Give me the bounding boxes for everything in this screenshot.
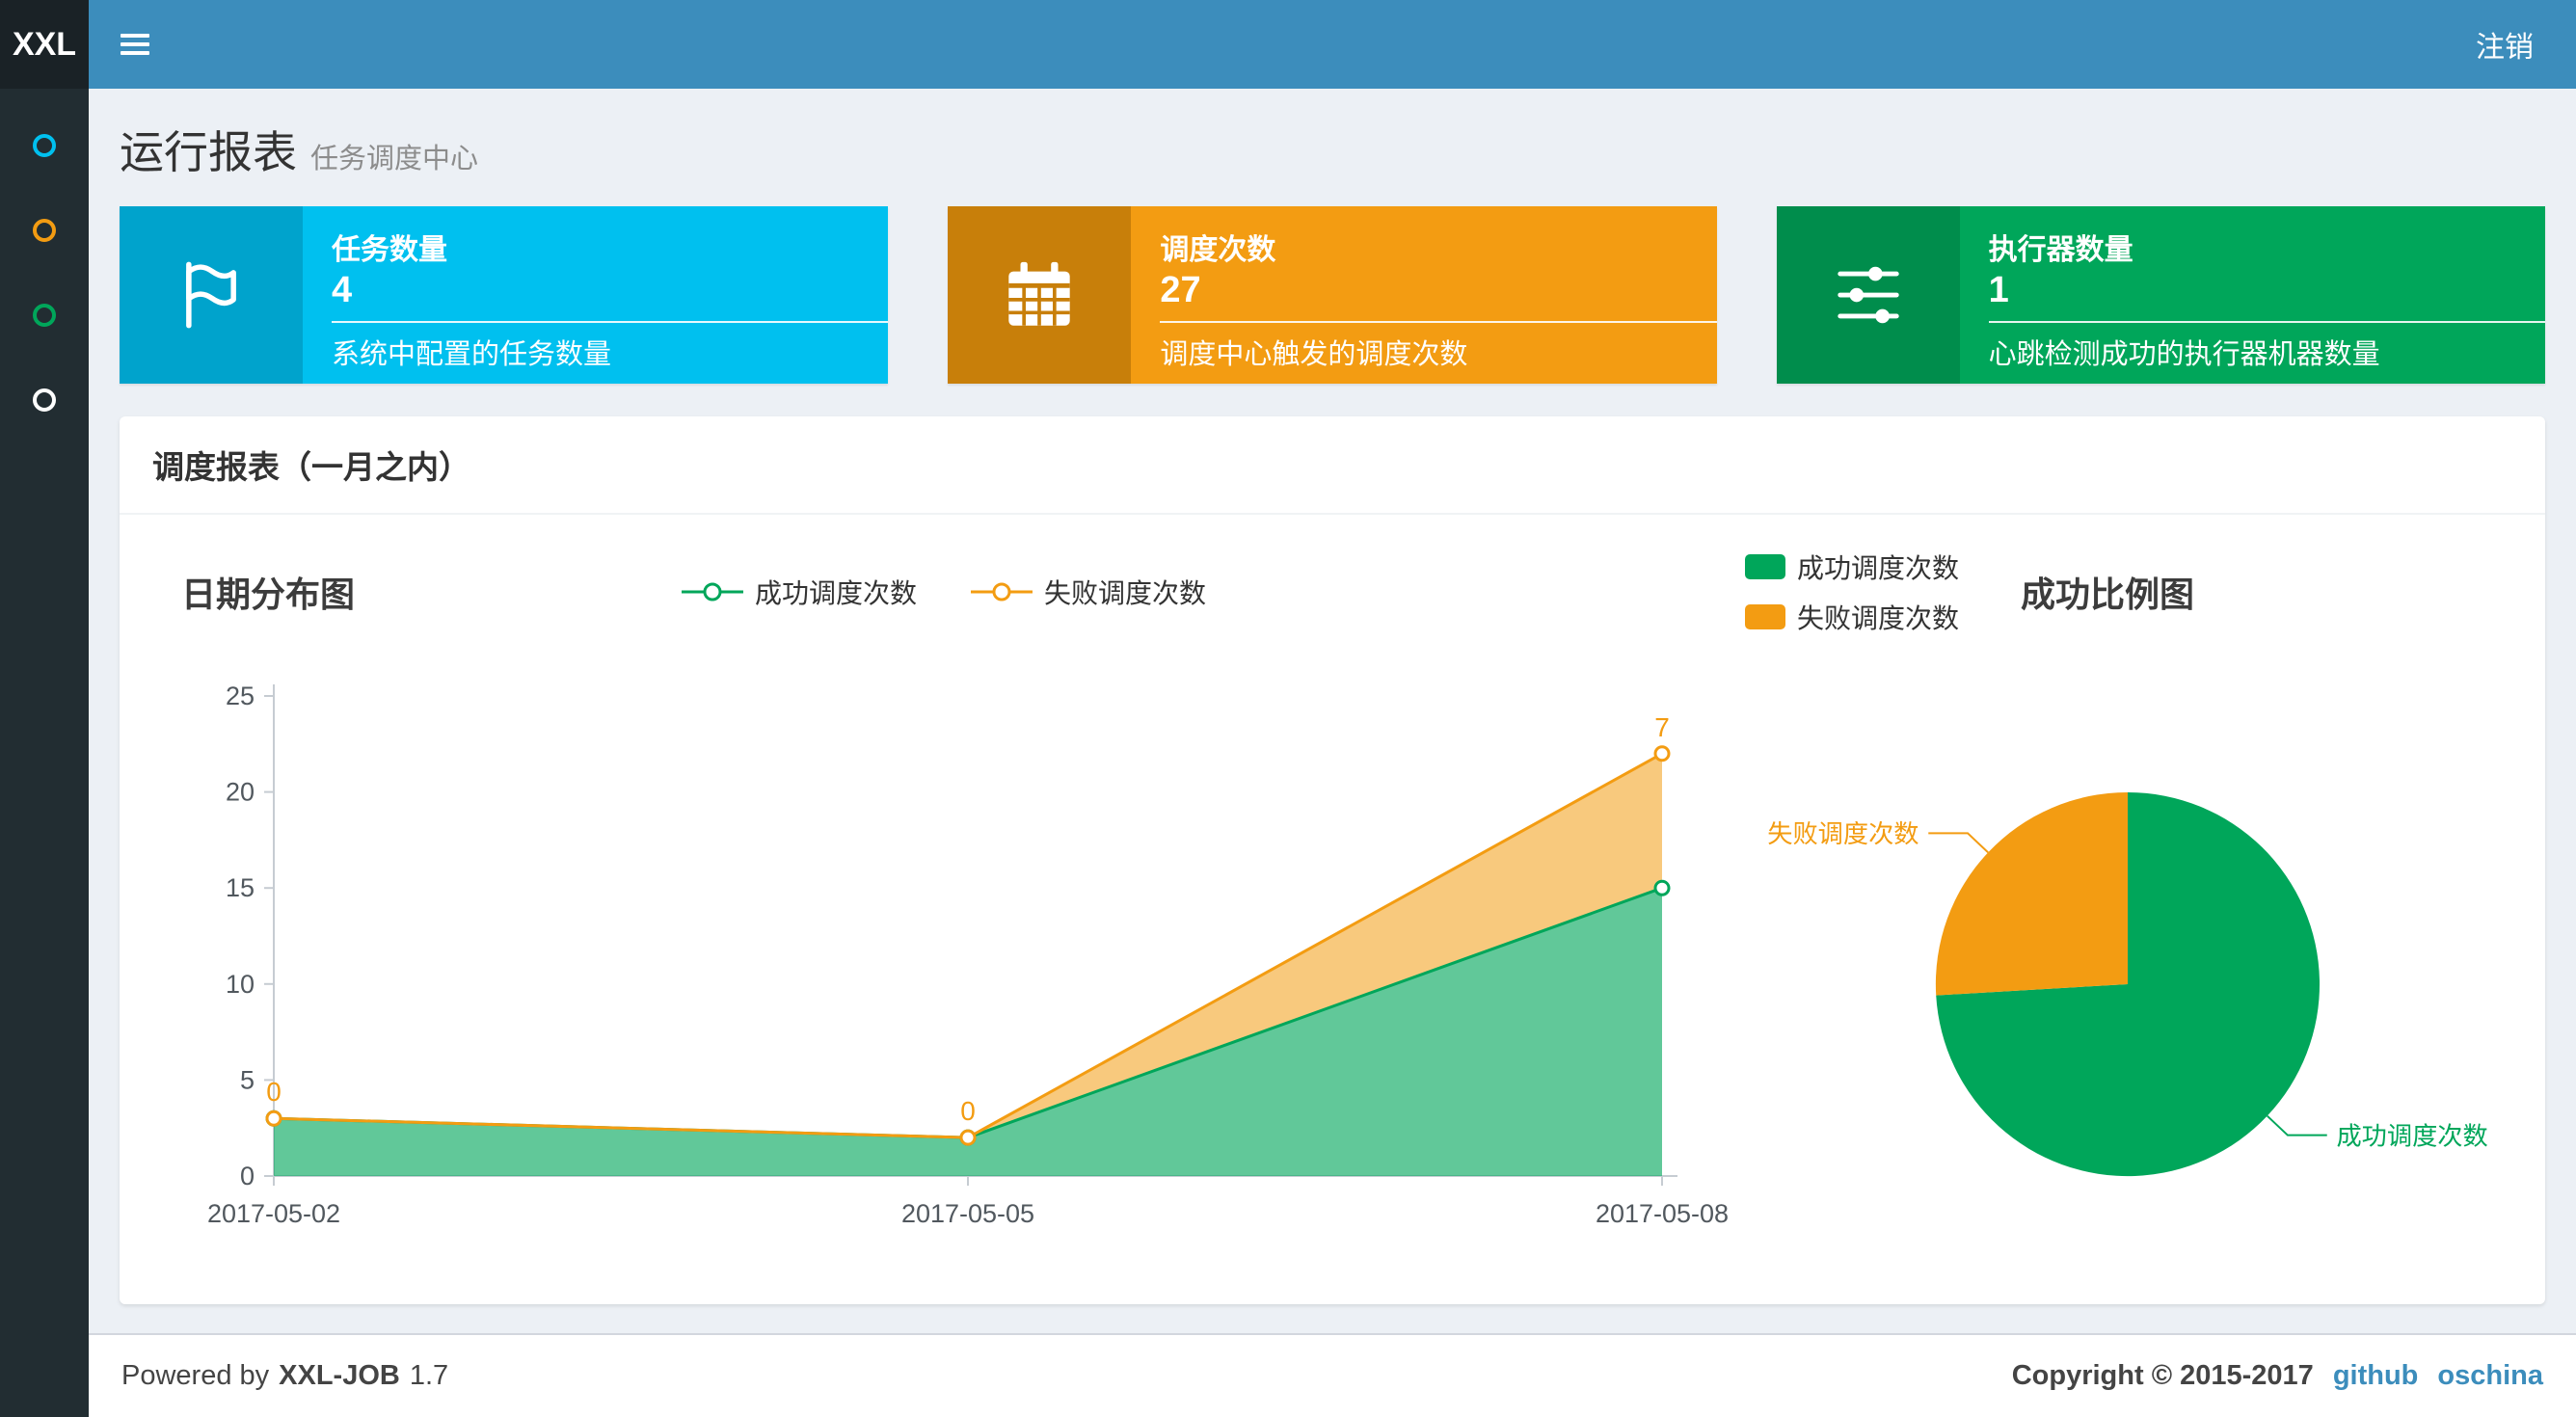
- info-box-title: 执行器数量: [1988, 234, 2133, 266]
- info-box-icon-area: [948, 206, 1132, 384]
- circle-icon: [33, 134, 56, 157]
- info-box-value: 1: [1988, 270, 2009, 310]
- sliders-icon: [1837, 266, 1899, 324]
- footer: Powered by XXL-JOB 1.7 Copyright © 2015-…: [89, 1332, 2576, 1417]
- info-box-value: 4: [332, 270, 353, 310]
- page-header: 运行报表 任务调度中心: [120, 118, 2545, 181]
- panel-body: 日期分布图 成功调度次数 失败调度次数 0 5 10 15 20 25 2017…: [120, 515, 2545, 1304]
- app-logo[interactable]: XXL: [0, 0, 89, 89]
- success-ratio-chart: 成功调度次数 失败调度次数 成功比例图 成功调度次数 失败调度次数: [1739, 548, 2516, 1279]
- info-box-desc: 心跳检测成功的执行器机器数量: [1988, 339, 2380, 370]
- footer-copyright: Copyright © 2015-2017 github oschina: [2012, 1360, 2543, 1392]
- info-box-content: 执行器数量 1 心跳检测成功的执行器机器数量: [1960, 206, 2545, 384]
- product-name: XXL-JOB: [279, 1359, 400, 1391]
- legend-item-fail[interactable]: 失败调度次数: [971, 573, 1206, 611]
- info-box-content: 任务数量 4 系统中配置的任务数量: [303, 206, 889, 384]
- legend-label: 失败调度次数: [1044, 578, 1207, 608]
- flag-icon: [186, 261, 236, 329]
- divider: [1160, 321, 1717, 323]
- legend-item-success[interactable]: 成功调度次数: [681, 573, 917, 611]
- line-marker-icon: [971, 581, 1033, 602]
- y-tick-label: 25: [226, 682, 255, 710]
- circle-icon: [33, 388, 56, 412]
- legend-label: 成功调度次数: [1797, 553, 1960, 583]
- powered-by-text: Powered by: [121, 1359, 270, 1391]
- sidebar: [0, 89, 89, 1417]
- sidebar-item-4[interactable]: [0, 388, 89, 413]
- logout-link[interactable]: 注销: [2433, 0, 2576, 89]
- chart-title: 成功比例图: [2021, 575, 2195, 614]
- panel-title: 调度报表（一月之内）: [120, 416, 2545, 515]
- footer-powered-by: Powered by XXL-JOB 1.7: [121, 1360, 448, 1392]
- data-point-fail: [959, 1129, 977, 1146]
- pie-slice: [1935, 791, 2128, 996]
- circle-icon: [33, 219, 56, 242]
- chart-header: 日期分布图 成功调度次数 失败调度次数: [148, 548, 1739, 636]
- hamburger-icon: [121, 29, 149, 60]
- circle-icon: [33, 304, 56, 327]
- legend-swatch-icon: [1745, 604, 1785, 629]
- report-panel: 调度报表（一月之内） 日期分布图 成功调度次数 失败调度次数 0 5 10 15…: [120, 416, 2545, 1304]
- legend-label: 成功调度次数: [754, 578, 917, 608]
- x-tick-label: 2017-05-02: [207, 1199, 340, 1228]
- legend-swatch-icon: [1745, 554, 1785, 579]
- pie-chart-canvas: 成功调度次数 失败调度次数: [1767, 791, 2488, 1177]
- sidebar-toggle-button[interactable]: [89, 0, 181, 89]
- info-box-content: 调度次数 27 调度中心触发的调度次数: [1131, 206, 1717, 384]
- oschina-link[interactable]: oschina: [2437, 1360, 2543, 1392]
- chart-header: 成功调度次数 失败调度次数 成功比例图: [1739, 548, 2516, 636]
- data-point-fail: [1653, 745, 1671, 762]
- divider: [1988, 321, 2545, 323]
- info-box-title: 调度次数: [1160, 234, 1276, 266]
- pie-chart-legend: 成功调度次数 失败调度次数: [1745, 548, 1959, 636]
- info-box-executor-count: 执行器数量 1 心跳检测成功的执行器机器数量: [1776, 206, 2545, 384]
- data-point-fail: [265, 1110, 282, 1127]
- sidebar-item-1[interactable]: [0, 133, 89, 158]
- info-box-trigger-count: 调度次数 27 调度中心触发的调度次数: [948, 206, 1717, 384]
- legend-label: 失败调度次数: [1797, 603, 1960, 633]
- x-tick-label: 2017-05-08: [1596, 1199, 1729, 1228]
- info-box-desc: 调度中心触发的调度次数: [1160, 339, 1468, 370]
- info-box-task-count: 任务数量 4 系统中配置的任务数量: [120, 206, 889, 384]
- y-tick-label: 20: [226, 778, 255, 807]
- info-box-title: 任务数量: [332, 234, 447, 266]
- y-tick-label: 0: [240, 1162, 255, 1190]
- y-tick-label: 5: [240, 1065, 255, 1094]
- chart-title: 日期分布图: [181, 575, 356, 614]
- data-point-label: 7: [1654, 712, 1670, 742]
- page-title: 运行报表: [120, 127, 297, 177]
- divider: [332, 321, 889, 323]
- legend-item-success[interactable]: 成功调度次数: [1745, 548, 1959, 586]
- data-point-label: 0: [266, 1077, 282, 1107]
- y-tick-label: 10: [226, 970, 255, 999]
- pie-label-line: [2267, 1114, 2327, 1136]
- info-box-row: 任务数量 4 系统中配置的任务数量 调度次数 27 调度中心触发的调度次数 执行…: [120, 206, 2545, 384]
- info-box-value: 27: [1160, 270, 1201, 310]
- calendar-icon: [1008, 261, 1071, 326]
- data-point-success: [1653, 879, 1671, 896]
- info-box-desc: 系统中配置的任务数量: [332, 339, 612, 370]
- data-point-label: 0: [960, 1096, 976, 1126]
- github-link[interactable]: github: [2333, 1360, 2419, 1392]
- legend-item-fail[interactable]: 失败调度次数: [1745, 598, 1959, 636]
- pie-slice-label: 失败调度次数: [1767, 819, 1919, 848]
- info-box-icon-area: [120, 206, 303, 384]
- sidebar-item-2[interactable]: [0, 218, 89, 243]
- date-distribution-chart: 日期分布图 成功调度次数 失败调度次数 0 5 10 15 20 25 2017…: [148, 548, 1739, 1279]
- y-tick-label: 15: [226, 873, 255, 902]
- x-tick-label: 2017-05-05: [901, 1199, 1034, 1228]
- line-chart-legend: 成功调度次数 失败调度次数: [681, 573, 1206, 611]
- line-marker-icon: [681, 581, 743, 602]
- pie-label-line: [1928, 832, 1989, 854]
- pie-slice-label: 成功调度次数: [2336, 1121, 2487, 1150]
- info-box-icon-area: [1776, 206, 1960, 384]
- sidebar-item-3[interactable]: [0, 303, 89, 328]
- version-text: 1.7: [409, 1359, 449, 1391]
- area-chart-canvas: 05101520252017-05-02 2017-05-05 2017-05-08…: [207, 682, 1729, 1228]
- copyright-text: Copyright © 2015-2017: [2011, 1359, 2314, 1391]
- page-subtitle: 任务调度中心: [310, 144, 479, 174]
- top-navbar: XXL 注销: [0, 0, 2576, 89]
